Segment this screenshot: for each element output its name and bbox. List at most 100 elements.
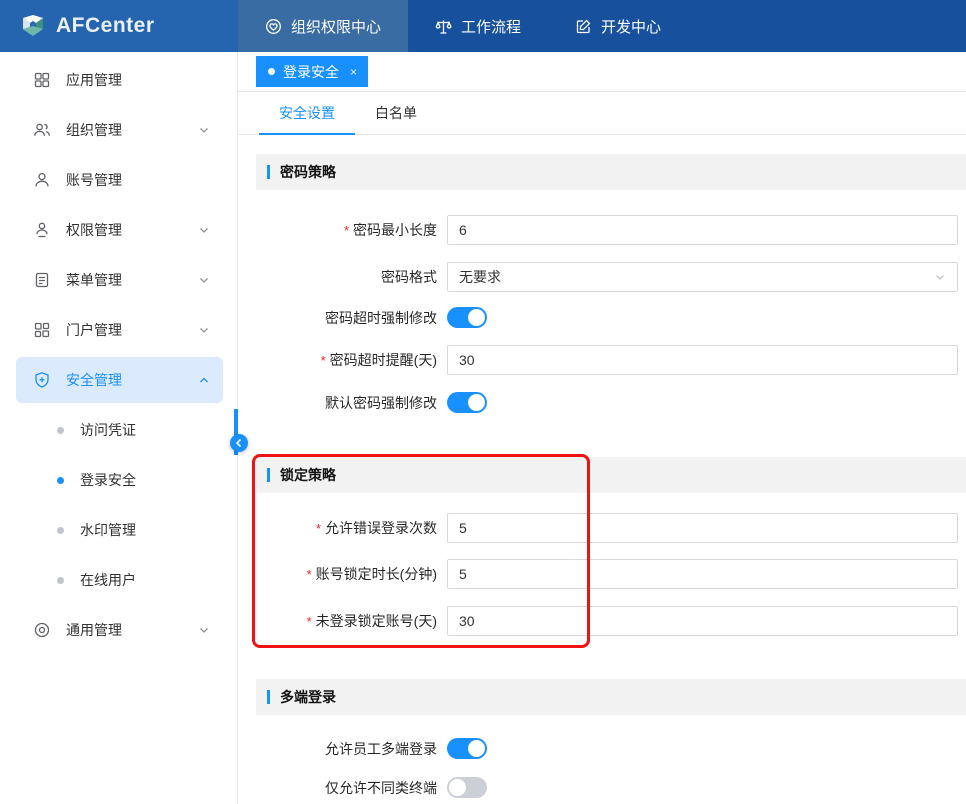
- sidebar-item-label: 权限管理: [66, 220, 197, 240]
- default-password-force-change-switch[interactable]: [447, 392, 487, 413]
- required-marker: *: [316, 521, 321, 536]
- sidebar-item-portal-management[interactable]: 门户管理: [16, 307, 223, 353]
- section-header-multi-device-login: 多端登录: [256, 679, 966, 715]
- select-value: 无要求: [459, 267, 501, 287]
- chevron-down-icon: [197, 273, 211, 287]
- switch-knob: [468, 394, 485, 411]
- switch-knob: [468, 309, 485, 326]
- target-circle-icon: [33, 621, 51, 639]
- password-format-select[interactable]: 无要求: [447, 262, 958, 292]
- sidebar-collapse-button[interactable]: [230, 434, 248, 452]
- document-icon: [33, 271, 51, 289]
- sidebar-item-permission-management[interactable]: 权限管理: [16, 207, 223, 253]
- close-icon[interactable]: ×: [350, 65, 357, 79]
- sidebar-item-security-management[interactable]: 安全管理: [16, 357, 223, 403]
- section-accent-bar: [267, 690, 270, 704]
- form-row: *密码最小长度: [256, 215, 966, 245]
- field-label: 允许员工多端登录: [256, 739, 447, 759]
- chevron-down-icon: [197, 323, 211, 337]
- security-settings-form: 密码策略 *密码最小长度 密码格式 无要求 密码超时强制修: [238, 154, 966, 798]
- sidebar-item-label: 组织管理: [66, 120, 197, 140]
- allowed-wrong-login-attempts-input[interactable]: [447, 513, 958, 543]
- active-dot-icon: [268, 68, 275, 75]
- form-row: *账号锁定时长(分钟): [256, 559, 966, 589]
- field-label: 仅允许不同类终端: [256, 778, 447, 798]
- allow-multi-terminal-login-switch[interactable]: [447, 738, 487, 759]
- sidebar-subitem-access-credentials[interactable]: 访问凭证: [16, 407, 223, 453]
- sidebar-item-label: 门户管理: [66, 320, 197, 340]
- sidebar-item-label: 菜单管理: [66, 270, 197, 290]
- form-row: 密码超时强制修改: [256, 307, 966, 328]
- bullet-icon: [57, 577, 64, 584]
- sidebar-item-menu-management[interactable]: 菜单管理: [16, 257, 223, 303]
- password-timeout-force-change-switch[interactable]: [447, 307, 487, 328]
- main-area: 应用管理 组织管理 账号管理: [0, 52, 966, 804]
- required-marker: *: [321, 353, 326, 368]
- sidebar-item-general-management[interactable]: 通用管理: [16, 607, 223, 653]
- edit-square-icon: [575, 18, 592, 35]
- form-row: 允许员工多端登录: [256, 738, 966, 759]
- sidebar-item-label: 账号管理: [66, 170, 211, 190]
- open-tabs-bar: 登录安全 ×: [238, 52, 966, 92]
- sidebar-item-account-management[interactable]: 账号管理: [16, 157, 223, 203]
- sidebar-item-org-management[interactable]: 组织管理: [16, 107, 223, 153]
- bullet-icon: [57, 427, 64, 434]
- bullet-icon: [57, 527, 64, 534]
- section-title: 密码策略: [280, 162, 336, 182]
- topnav-label: 工作流程: [461, 16, 521, 37]
- form-row: 密码格式 无要求: [256, 262, 966, 292]
- topnav-item-dev-center[interactable]: 开发中心: [548, 0, 688, 52]
- sidebar-subitem-watermark-management[interactable]: 水印管理: [16, 507, 223, 553]
- account-lock-duration-minutes-input[interactable]: [447, 559, 958, 589]
- tab-bar: 安全设置 白名单: [238, 92, 966, 135]
- field-label: 密码超时强制修改: [256, 308, 447, 328]
- afcenter-logo-icon: [20, 13, 46, 39]
- sidebar-subitem-label: 水印管理: [80, 520, 136, 540]
- form-row: *未登录锁定账号(天): [256, 606, 966, 636]
- required-marker: *: [307, 567, 312, 582]
- field-label: 默认密码强制修改: [256, 393, 447, 413]
- top-bar: AFCenter 组织权限中心 工作流程: [0, 0, 966, 52]
- sidebar-subitem-label: 在线用户: [80, 570, 136, 590]
- topnav-item-workflow[interactable]: 工作流程: [408, 0, 548, 52]
- tab-whitelist[interactable]: 白名单: [355, 92, 437, 134]
- tab-security-settings[interactable]: 安全设置: [259, 92, 355, 134]
- grid-icon: [33, 71, 51, 89]
- password-min-length-input[interactable]: [447, 215, 958, 245]
- chevron-left-icon: [234, 438, 244, 448]
- brand: AFCenter: [0, 0, 238, 52]
- chevron-down-icon: [197, 123, 211, 137]
- sidebar-subitem-online-users[interactable]: 在线用户: [16, 557, 223, 603]
- form-row: 默认密码强制修改: [256, 392, 966, 413]
- scale-icon: [435, 18, 452, 35]
- only-different-terminal-types-switch[interactable]: [447, 777, 487, 798]
- dashboard-grid-icon: [33, 321, 51, 339]
- switch-knob: [449, 779, 466, 796]
- topnav-item-org-permission-center[interactable]: 组织权限中心: [238, 0, 408, 52]
- shield-plus-icon: [33, 371, 51, 389]
- no-login-lock-account-days-input[interactable]: [447, 606, 958, 636]
- people-icon: [33, 121, 51, 139]
- field-label: *允许错误登录次数: [256, 518, 447, 538]
- password-timeout-remind-days-input[interactable]: [447, 345, 958, 375]
- open-tab-login-security[interactable]: 登录安全 ×: [256, 56, 368, 87]
- field-label: *账号锁定时长(分钟): [256, 564, 447, 584]
- tab-label: 安全设置: [279, 103, 335, 123]
- sidebar-item-label: 通用管理: [66, 620, 197, 640]
- form-row: 仅允许不同类终端: [256, 777, 966, 798]
- section-accent-bar: [267, 468, 270, 482]
- required-marker: *: [344, 223, 349, 238]
- section-header-lock-policy: 锁定策略: [256, 457, 966, 493]
- heart-circle-icon: [265, 18, 282, 35]
- bullet-icon: [57, 477, 64, 484]
- sidebar-item-app-management[interactable]: 应用管理: [16, 57, 223, 103]
- person-icon: [33, 171, 51, 189]
- sidebar-item-label: 应用管理: [66, 70, 211, 90]
- sidebar-subitem-login-security[interactable]: 登录安全: [16, 457, 223, 503]
- sidebar-subitem-label: 登录安全: [80, 470, 136, 490]
- field-label: *未登录锁定账号(天): [256, 611, 447, 631]
- top-nav: 组织权限中心 工作流程 开发中心: [238, 0, 966, 52]
- chevron-up-icon: [197, 373, 211, 387]
- form-row: *密码超时提醒(天): [256, 345, 966, 375]
- chevron-down-icon: [197, 623, 211, 637]
